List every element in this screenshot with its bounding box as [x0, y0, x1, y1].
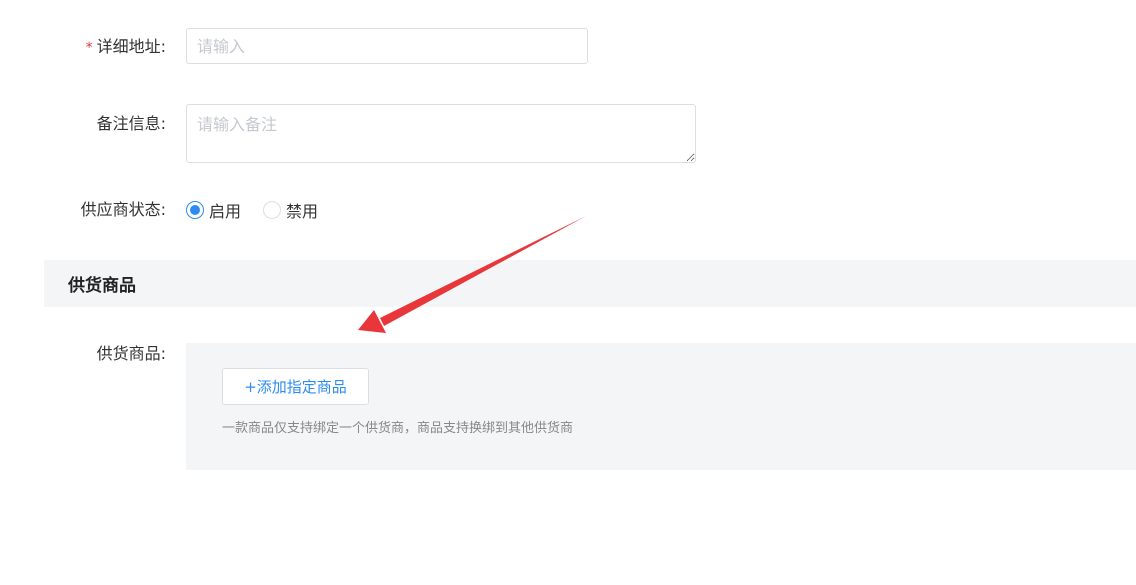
- arrow-head: [358, 310, 386, 333]
- status-option-disabled[interactable]: 禁用: [263, 198, 318, 222]
- remark-textarea[interactable]: [186, 104, 696, 163]
- address-label: * 详细地址:: [86, 37, 166, 58]
- goods-hint-text: 一款商品仅支持绑定一个供货商，商品支持换绑到其他供货商: [222, 421, 574, 436]
- status-option-disabled-label: 禁用: [286, 202, 319, 221]
- radio-unchecked-icon[interactable]: [263, 201, 282, 219]
- status-option-enabled-label: 启用: [209, 202, 242, 221]
- address-label-text: 详细地址:: [96, 37, 166, 56]
- remark-label: 备注信息:: [96, 114, 166, 133]
- radio-dot: [190, 205, 200, 215]
- status-option-enabled[interactable]: 启用: [186, 198, 241, 222]
- goods-panel: +添加指定商品 一款商品仅支持绑定一个供货商，商品支持换绑到其他供货商: [186, 343, 1136, 470]
- status-label: 供应商状态:: [80, 200, 166, 219]
- goods-label: 供货商品:: [96, 344, 166, 363]
- radio-checked-icon[interactable]: [186, 201, 204, 219]
- goods-section-header: 供货商品: [44, 260, 1136, 307]
- add-goods-button[interactable]: +添加指定商品: [222, 368, 369, 405]
- status-radio-group: 启用 禁用: [186, 198, 340, 222]
- supplier-form-page: *详细地址: 备注信息: 供应商状态: 启用 禁用 供货商品 供货商品: +添加…: [0, 0, 1136, 585]
- required-marker: *: [85, 40, 93, 56]
- goods-section-title: 供货商品: [68, 276, 136, 296]
- address-input[interactable]: [186, 28, 588, 64]
